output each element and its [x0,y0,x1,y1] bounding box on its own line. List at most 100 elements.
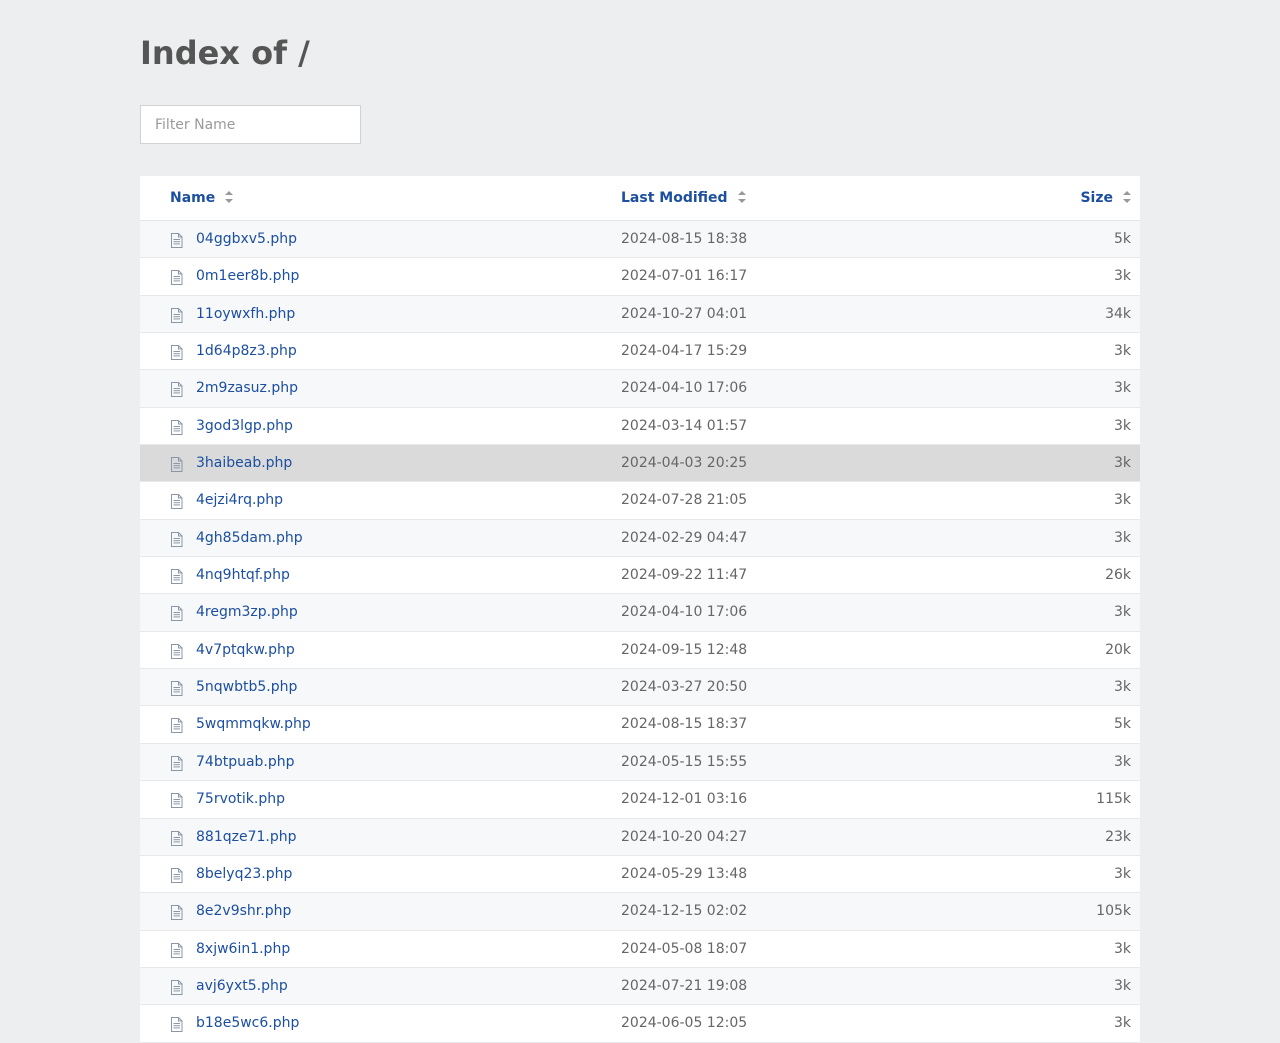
table-row: 4regm3zp.php 2024-04-10 17:06 3k [140,594,1140,632]
file-icon [170,370,184,407]
file-modified: 2024-05-15 15:55 [621,753,748,770]
filter-name-input[interactable] [140,105,361,144]
table-row: 4gh85dam.php 2024-02-29 04:47 3k [140,519,1140,558]
file-modified: 2024-07-28 21:05 [621,492,748,509]
table-row: 5nqwbtb5.php 2024-03-27 20:50 3k [140,669,1140,707]
file-size: 3k [1113,865,1131,882]
table-body: 04ggbxv5.php 2024-08-15 18:38 5k 0m1eer8… [140,221,1140,1043]
file-link[interactable]: 8belyq23.php [196,856,292,893]
file-icon [170,520,184,557]
file-icon [170,408,184,445]
file-modified: 2024-04-17 15:29 [621,343,748,360]
table-row: 11oywxfh.php 2024-10-27 04:01 34k [140,295,1140,334]
file-size: 34k [1105,305,1131,322]
file-size: 3k [1113,380,1131,397]
file-icon [170,296,184,333]
file-modified: 2024-10-20 04:27 [621,828,748,845]
file-link[interactable]: 75rvotik.php [196,781,285,818]
table-row: 4nq9htqf.php 2024-09-22 11:47 26k [140,557,1140,595]
sort-arrows-icon [225,191,234,203]
table-row: 4ejzi4rq.php 2024-07-28 21:05 3k [140,482,1140,520]
file-modified: 2024-04-10 17:06 [621,604,748,621]
table-row: 8e2v9shr.php 2024-12-15 02:02 105k [140,893,1140,931]
file-link[interactable]: 0m1eer8b.php [196,258,299,295]
file-size: 105k [1096,903,1131,920]
file-link[interactable]: 881qze71.php [196,819,296,856]
file-modified: 2024-03-27 20:50 [621,679,748,696]
file-link[interactable]: 8e2v9shr.php [196,893,291,930]
file-modified: 2024-02-29 04:47 [621,529,748,546]
table-row: 4v7ptqkw.php 2024-09-15 12:48 20k [140,631,1140,670]
table-row: 04ggbxv5.php 2024-08-15 18:38 5k [140,221,1140,259]
table-row: 1d64p8z3.php 2024-04-17 15:29 3k [140,333,1140,371]
sort-by-size-header[interactable]: Size [1080,176,1131,220]
file-link[interactable]: 3haibeab.php [196,445,292,482]
page-title: Index of / [140,34,310,72]
file-link[interactable]: 4ejzi4rq.php [196,482,283,519]
file-size: 3k [1113,492,1131,509]
file-link[interactable]: 5wqmmqkw.php [196,706,311,743]
file-size: 3k [1113,343,1131,360]
file-link[interactable]: 4gh85dam.php [196,520,303,557]
file-size: 3k [1113,753,1131,770]
file-icon [170,819,184,856]
file-size: 23k [1105,828,1131,845]
file-modified: 2024-09-22 11:47 [621,567,748,584]
table-row: 2m9zasuz.php 2024-04-10 17:06 3k [140,370,1140,408]
file-icon [170,968,184,1005]
file-size: 3k [1113,455,1131,472]
sort-arrows-icon [737,191,746,203]
file-icon [170,445,184,482]
file-icon [170,781,184,818]
table-row: 74btpuab.php 2024-05-15 15:55 3k [140,743,1140,782]
sort-by-modified-header[interactable]: Last Modified [621,176,746,220]
file-modified: 2024-05-08 18:07 [621,940,748,957]
table-row: 8xjw6in1.php 2024-05-08 18:07 3k [140,930,1140,968]
file-icon [170,893,184,930]
file-link[interactable]: 3god3lgp.php [196,408,293,445]
file-modified: 2024-04-03 20:25 [621,455,748,472]
file-modified: 2024-10-27 04:01 [621,305,748,322]
file-link[interactable]: 74btpuab.php [196,744,295,781]
modified-column-label: Last Modified [621,190,728,206]
table-row: 75rvotik.php 2024-12-01 03:16 115k [140,781,1140,819]
name-column-label: Name [170,190,216,206]
file-link[interactable]: 04ggbxv5.php [196,221,297,258]
file-size: 3k [1113,977,1131,994]
file-size: 3k [1113,604,1131,621]
file-icon [170,706,184,743]
file-icon [170,744,184,781]
file-size: 3k [1113,940,1131,957]
file-size: 26k [1105,567,1131,584]
file-link[interactable]: 1d64p8z3.php [196,333,297,370]
file-link[interactable]: 4regm3zp.php [196,594,298,631]
table-row: 5wqmmqkw.php 2024-08-15 18:37 5k [140,706,1140,744]
sort-by-name-header[interactable]: Name [170,176,234,220]
file-link[interactable]: 4nq9htqf.php [196,557,290,594]
file-size: 5k [1113,231,1131,247]
file-modified: 2024-12-01 03:16 [621,791,748,808]
file-size: 3k [1113,268,1131,285]
sort-arrows-icon [1123,191,1131,203]
file-icon [170,221,184,258]
file-link[interactable]: avj6yxt5.php [196,968,288,1005]
file-icon [170,632,184,669]
file-icon [170,258,184,295]
file-modified: 2024-07-01 16:17 [621,268,748,285]
file-link[interactable]: 5nqwbtb5.php [196,669,297,706]
table-row: 8belyq23.php 2024-05-29 13:48 3k [140,855,1140,894]
file-link[interactable]: 2m9zasuz.php [196,370,298,407]
file-icon [170,669,184,706]
file-icon [170,594,184,631]
file-size: 5k [1113,716,1131,733]
file-icon [170,856,184,893]
table-row: 3god3lgp.php 2024-03-14 01:57 3k [140,407,1140,446]
file-modified: 2024-03-14 01:57 [621,417,748,434]
file-modified: 2024-07-21 19:08 [621,977,748,994]
file-link[interactable]: 11oywxfh.php [196,296,295,333]
file-modified: 2024-04-10 17:06 [621,380,748,397]
file-link[interactable]: 4v7ptqkw.php [196,632,295,669]
table-row: 881qze71.php 2024-10-20 04:27 23k [140,818,1140,856]
file-modified: 2024-05-29 13:48 [621,865,748,882]
file-link[interactable]: 8xjw6in1.php [196,931,290,968]
